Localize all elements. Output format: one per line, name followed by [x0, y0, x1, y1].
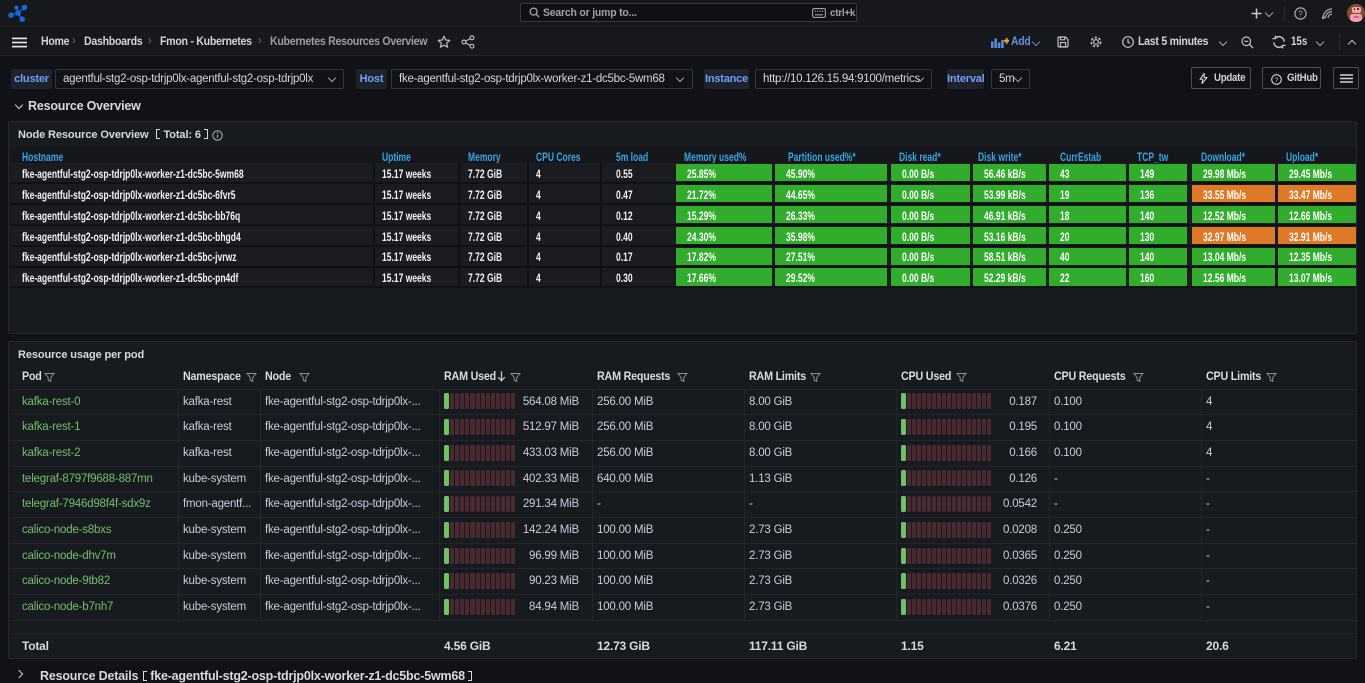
- svg-text:?: ?: [1275, 77, 1279, 84]
- svg-text:?: ?: [1298, 9, 1303, 18]
